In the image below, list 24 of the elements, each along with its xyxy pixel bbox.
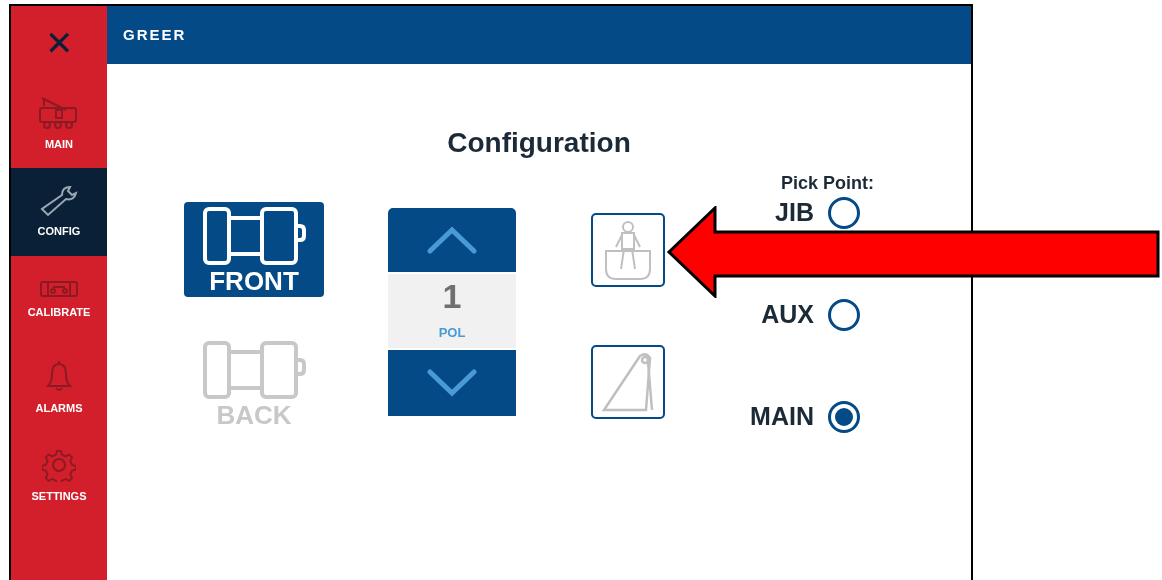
side-toggle[interactable]: FRONT bbox=[184, 202, 324, 297]
nav-item[interactable]: CONFIG bbox=[11, 168, 107, 256]
load-type-button[interactable] bbox=[591, 213, 665, 287]
drum-icon bbox=[202, 339, 306, 400]
jib-icon bbox=[600, 350, 656, 414]
chevron-down-icon bbox=[427, 369, 477, 397]
brand-logo: GREER bbox=[123, 24, 187, 45]
person-basket-icon bbox=[603, 219, 653, 281]
stepper-unit: POL bbox=[438, 324, 466, 343]
settings-icon bbox=[42, 447, 76, 482]
pick-point-label: Pick Point: bbox=[781, 172, 874, 195]
stepper-value: 1 bbox=[442, 279, 462, 314]
decrement-button[interactable] bbox=[388, 350, 516, 416]
pick-point-option[interactable]: AUX bbox=[750, 299, 874, 331]
close-button[interactable]: ✕ bbox=[11, 6, 107, 80]
drum-icon bbox=[202, 205, 306, 266]
chevron-up-icon bbox=[427, 226, 477, 254]
pick-point-option[interactable]: MAIN bbox=[750, 401, 874, 433]
page-title: Configuration bbox=[447, 126, 631, 160]
wrench-icon bbox=[38, 184, 80, 217]
level-icon bbox=[40, 279, 78, 298]
increment-button[interactable] bbox=[388, 208, 516, 272]
load-type-button[interactable] bbox=[591, 345, 665, 419]
crane-icon bbox=[38, 95, 80, 130]
